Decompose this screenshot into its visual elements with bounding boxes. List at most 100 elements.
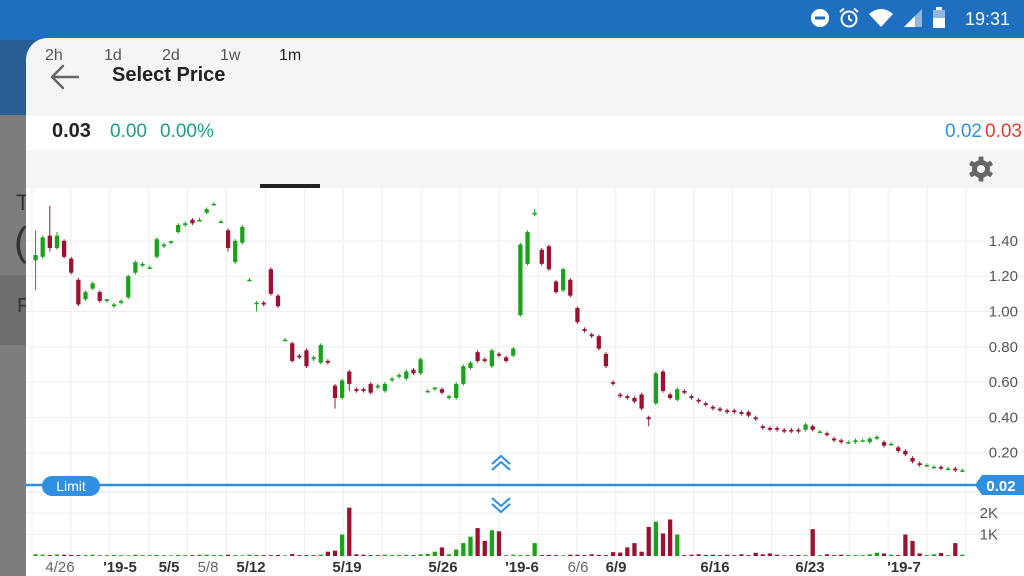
date-tick-label: 5/12 — [236, 559, 265, 576]
candle — [632, 398, 637, 402]
timeframe-tabs — [26, 150, 1024, 188]
price-tick-label: 1.40 — [989, 233, 1018, 250]
volume-bar — [439, 547, 445, 556]
volume-bar — [33, 554, 38, 556]
candle — [839, 440, 844, 443]
volume-bar — [190, 555, 195, 556]
candle — [368, 383, 373, 393]
alarm-icon — [838, 7, 860, 34]
volume-bar — [418, 554, 423, 556]
candle — [40, 237, 45, 257]
price-chart[interactable]: 1.401.201.000.800.600.400.20 2K1K 4/26'1… — [26, 188, 1024, 576]
candle — [931, 466, 937, 469]
tab-1d[interactable]: 1d — [104, 47, 122, 65]
volume-bar — [176, 554, 181, 556]
candle — [653, 373, 658, 404]
volume-bar — [311, 554, 316, 556]
price-tick-label: 0.20 — [989, 445, 1018, 462]
candle — [946, 468, 951, 471]
status-time: 19:31 — [964, 9, 1010, 29]
candle — [803, 424, 808, 430]
bid-price[interactable]: 0.02 — [945, 121, 982, 143]
candle — [596, 336, 601, 349]
drag-up-icon[interactable] — [491, 454, 511, 471]
candle — [76, 279, 81, 305]
volume-bar — [468, 536, 473, 556]
price-tick-label: 1.20 — [989, 268, 1018, 285]
back-button[interactable] — [48, 62, 82, 92]
volume-bar — [354, 554, 359, 556]
volume-bar — [496, 531, 502, 556]
do-not-disturb-icon — [810, 8, 830, 33]
volume-bar — [860, 555, 865, 556]
volume-bar — [546, 554, 552, 556]
volume-bar — [810, 529, 815, 556]
candle — [924, 465, 929, 467]
status-bar: 19:31 — [0, 0, 1024, 40]
volume-bar — [432, 551, 437, 556]
candle — [746, 412, 751, 416]
volume-bar — [917, 553, 922, 556]
candle — [553, 281, 559, 293]
tab-2d[interactable]: 2d — [162, 47, 180, 65]
volume-bar — [625, 547, 630, 556]
candle — [168, 240, 174, 243]
limit-value-tag: 0.02 — [975, 475, 1024, 495]
volume-bar — [197, 554, 202, 556]
candle — [539, 249, 544, 264]
candle — [682, 390, 687, 393]
price-axis: 1.40 1.20 1.00 0.80 0.60 0.40 0.20 — [989, 233, 1018, 462]
price-tick-label: 0.60 — [989, 374, 1018, 391]
candle — [83, 292, 88, 300]
volume-bar — [161, 555, 167, 556]
limit-handle[interactable]: Limit — [42, 476, 100, 496]
volume-bar — [133, 554, 138, 556]
candle — [710, 406, 716, 409]
drag-down-icon[interactable] — [491, 497, 511, 514]
ask-price[interactable]: 0.03 — [985, 121, 1022, 143]
candle — [183, 223, 188, 226]
volume-bar — [753, 552, 758, 556]
candle — [233, 240, 238, 263]
candle — [867, 438, 872, 443]
candle — [304, 350, 309, 367]
price-tick-label: 1.00 — [989, 304, 1018, 321]
signal-icon — [902, 8, 924, 33]
candle — [860, 440, 865, 442]
volume-bar — [368, 555, 373, 556]
chart-settings-button[interactable] — [967, 155, 995, 183]
candle — [732, 410, 737, 413]
candle — [739, 412, 744, 414]
date-tick-label: 5/19 — [332, 559, 361, 576]
tab-1w[interactable]: 1w — [220, 47, 240, 65]
candle — [831, 438, 837, 441]
price-tick-label: 0.40 — [989, 409, 1018, 426]
candle — [404, 371, 409, 379]
candle — [389, 378, 395, 381]
volume-bar — [739, 554, 744, 556]
candle — [176, 225, 181, 233]
volume-tick-label: 1K — [980, 527, 998, 544]
limit-label: Limit — [56, 478, 86, 494]
candle — [689, 396, 694, 398]
tab-2h[interactable]: 2h — [45, 47, 63, 65]
candle — [646, 417, 651, 420]
candle — [725, 410, 730, 413]
candle — [753, 417, 758, 420]
volume-bar — [183, 555, 188, 556]
volume-bar — [596, 554, 601, 556]
date-tick-label: 5/8 — [198, 559, 219, 576]
volume-bar — [76, 555, 81, 556]
candle — [211, 203, 216, 206]
candle — [61, 240, 67, 257]
tab-1m[interactable]: 1m — [279, 47, 301, 65]
date-tick-label: '19-7 — [887, 559, 921, 576]
candle — [461, 366, 466, 384]
volume-bar — [454, 549, 459, 556]
candle — [589, 334, 594, 337]
volume-bar — [653, 521, 658, 556]
volume-bar — [282, 555, 288, 556]
candle — [853, 440, 858, 443]
candle — [760, 426, 765, 428]
candle — [190, 219, 195, 224]
